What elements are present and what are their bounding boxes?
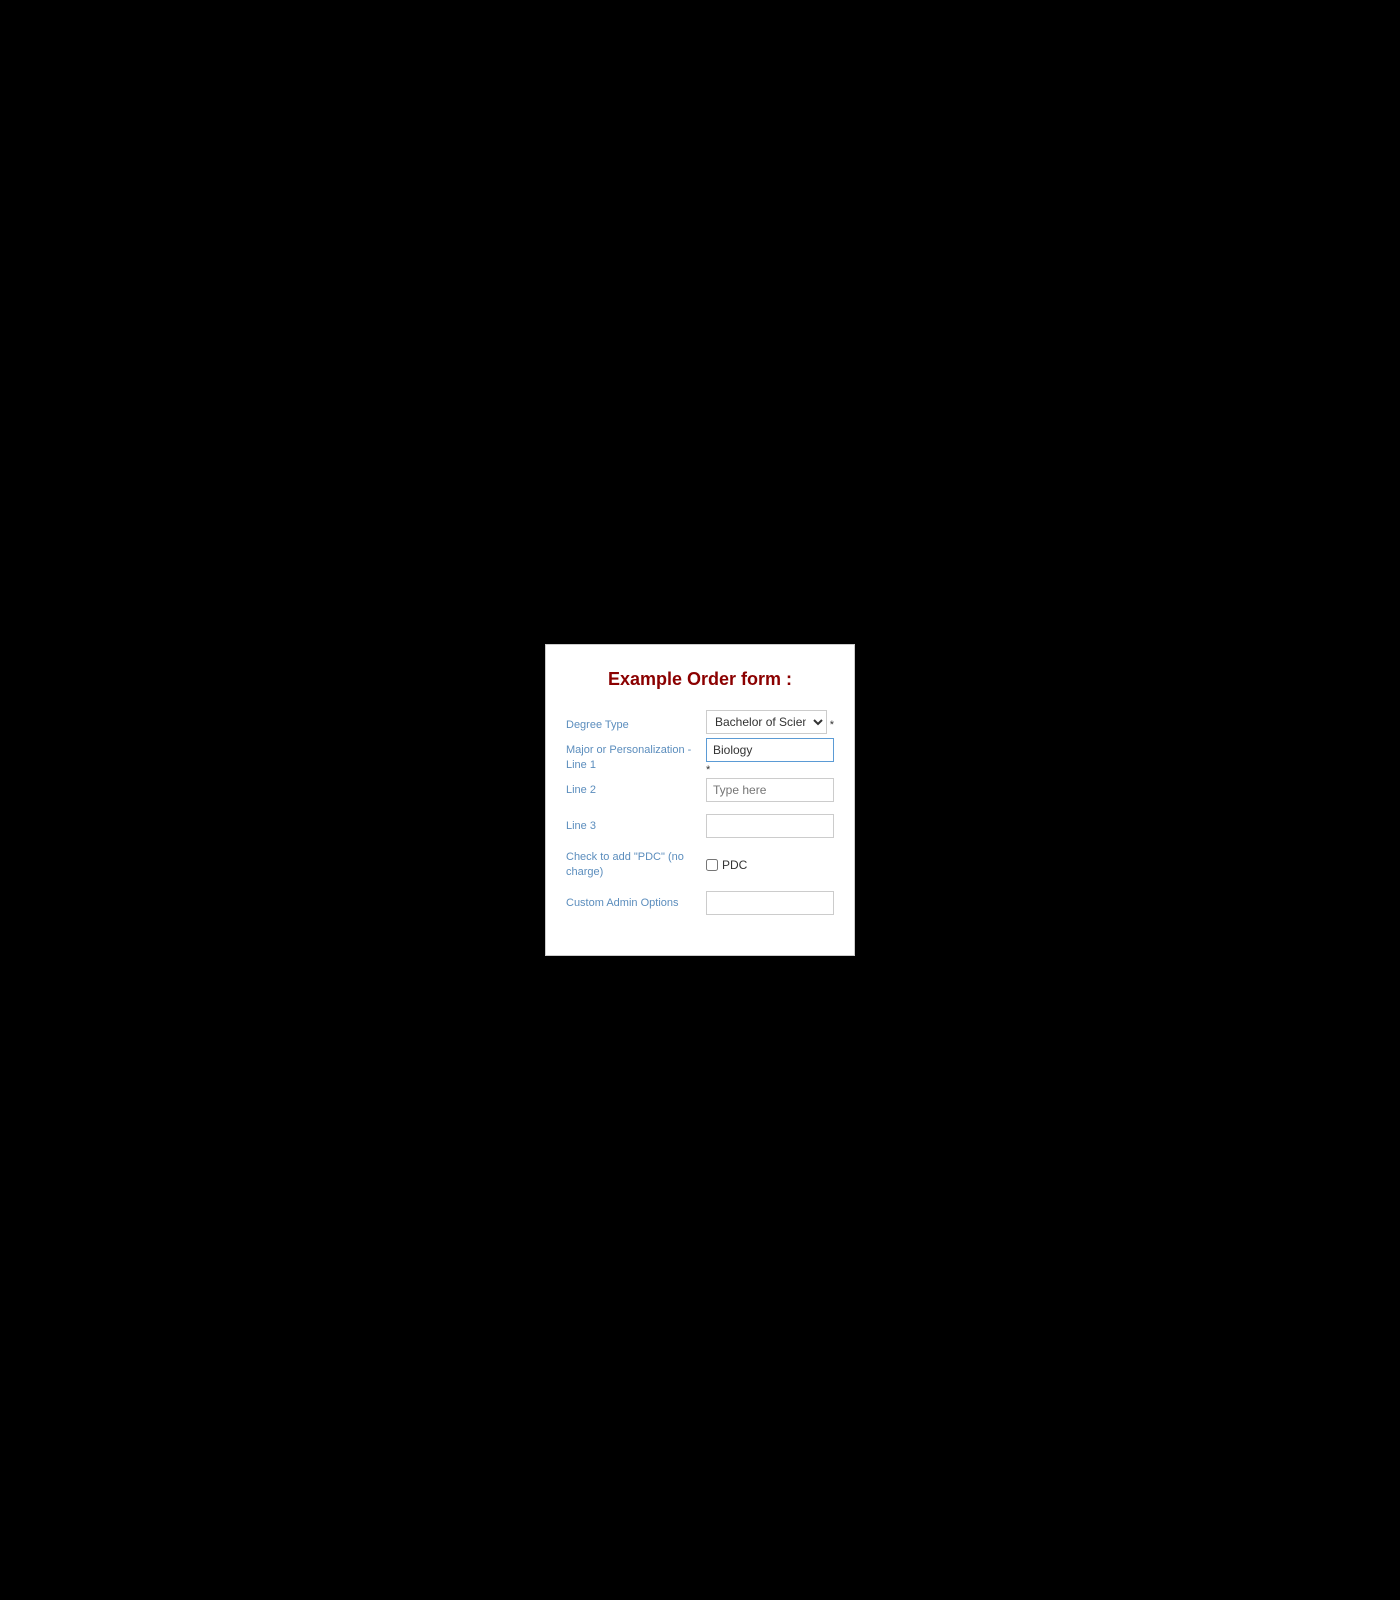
pdc-checkbox-label[interactable]: PDC [722, 858, 747, 872]
degree-type-row: Degree Type Bachelor of Science Master o… [566, 710, 834, 734]
pdc-field: PDC [706, 858, 834, 872]
degree-type-label: Degree Type [566, 713, 706, 732]
line2-label: Line 2 [566, 778, 706, 797]
major-line1-label: Major or Personalization - Line 1 [566, 738, 706, 772]
degree-type-field: Bachelor of Science Master of Science Ba… [706, 710, 827, 734]
order-form: Example Order form : Degree Type Bachelo… [545, 644, 855, 956]
major-line1-field: * [706, 738, 834, 776]
degree-type-select[interactable]: Bachelor of Science Master of Science Ba… [706, 710, 827, 734]
line2-row: Line 2 [566, 778, 834, 802]
major-line1-row: Major or Personalization - Line 1 * [566, 738, 834, 776]
line3-field [706, 814, 834, 838]
line2-input[interactable] [706, 778, 834, 802]
line3-input[interactable] [706, 814, 834, 838]
pdc-label: Check to add "PDC" (no charge) [566, 850, 706, 879]
line2-field [706, 778, 834, 802]
custom-admin-field [706, 891, 834, 915]
custom-admin-row: Custom Admin Options [566, 891, 834, 915]
line3-label: Line 3 [566, 814, 706, 833]
major-asterisk: * [706, 764, 834, 776]
major-line1-input[interactable] [706, 738, 834, 762]
custom-admin-input[interactable] [706, 891, 834, 915]
pdc-row: Check to add "PDC" (no charge) PDC [566, 850, 834, 879]
custom-admin-label: Custom Admin Options [566, 891, 706, 910]
pdc-checkbox[interactable] [706, 859, 718, 871]
line3-row: Line 3 [566, 814, 834, 838]
degree-required-star: * [830, 714, 834, 731]
form-title: Example Order form : [566, 669, 834, 690]
